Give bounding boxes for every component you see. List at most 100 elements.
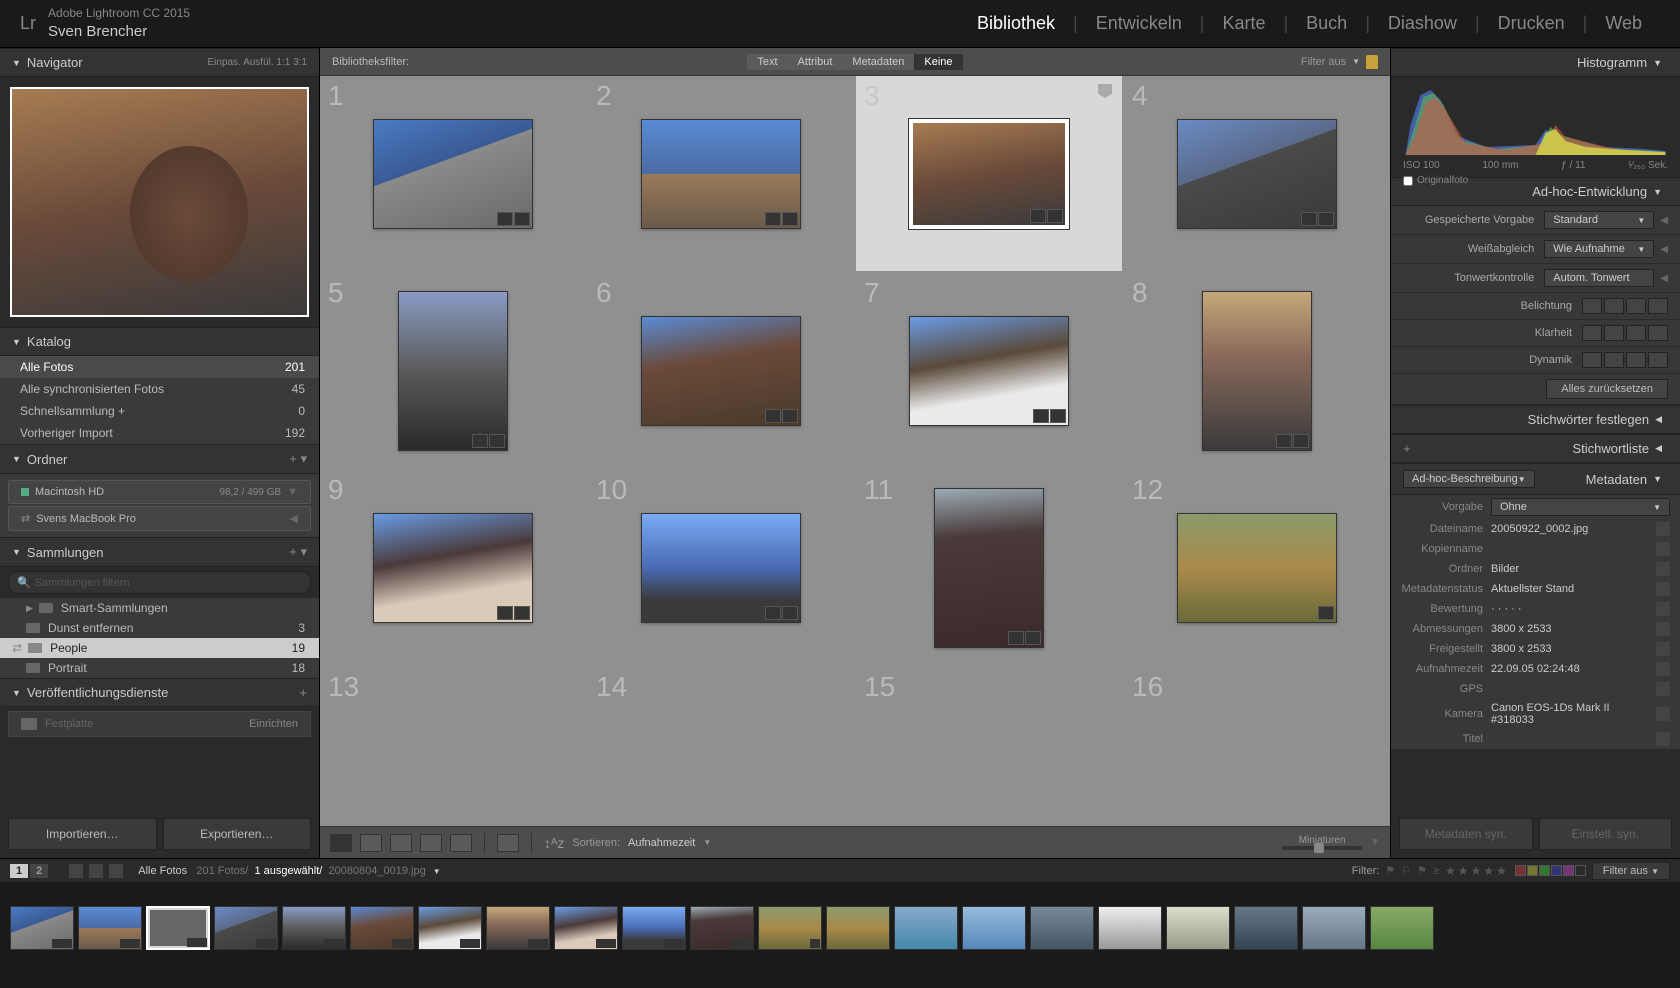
publish-header[interactable]: ▼ Veröffentlichungsdienste + <box>0 678 319 707</box>
folder-row-volume[interactable]: Macintosh HD98,2 / 499 GB▼ <box>8 480 311 504</box>
filter-none[interactable]: Keine <box>914 54 962 70</box>
star-filter[interactable]: ★★★★★ <box>1445 864 1509 878</box>
grid-cell[interactable]: 4 <box>1124 76 1390 271</box>
thumbnail[interactable] <box>373 513 533 623</box>
collection-row-selected[interactable]: ⇄People19 <box>0 638 319 658</box>
metadata-action-icon[interactable] <box>1656 707 1670 721</box>
grid-cell[interactable]: 8 <box>1124 273 1390 468</box>
vibrance-steppers[interactable] <box>1582 352 1668 368</box>
tone-button[interactable]: Autom. Tonwert <box>1544 269 1654 287</box>
grid-cell[interactable]: 11 <box>856 470 1122 665</box>
grid-cell[interactable]: 7 <box>856 273 1122 468</box>
grid-cell[interactable]: 15 <box>856 667 1122 826</box>
navigator-zoom-options[interactable]: Einpas. Ausfül. 1:1 3:1 <box>207 57 307 68</box>
thumbnail[interactable] <box>398 291 508 451</box>
sync-settings-button[interactable]: Einstell. syn. <box>1539 818 1673 850</box>
filmstrip-thumb[interactable] <box>214 906 278 950</box>
filmstrip-thumb[interactable] <box>826 906 890 950</box>
filmstrip-thumb[interactable] <box>1166 906 1230 950</box>
module-slideshow[interactable]: Diashow <box>1370 13 1475 34</box>
filmstrip-thumb[interactable] <box>1098 906 1162 950</box>
filmstrip-thumb[interactable] <box>10 906 74 950</box>
thumbnail[interactable] <box>1202 291 1312 451</box>
thumbnail[interactable] <box>373 119 533 229</box>
filter-text[interactable]: Text <box>747 54 787 70</box>
thumbnail[interactable] <box>1177 513 1337 623</box>
filmstrip-thumb[interactable] <box>690 906 754 950</box>
flag-filter-icon[interactable]: ⚐ <box>1401 864 1411 877</box>
histogram-chart[interactable] <box>1403 85 1668 155</box>
filmstrip-thumb[interactable] <box>1234 906 1298 950</box>
painter-icon[interactable] <box>497 834 519 852</box>
clarity-steppers[interactable] <box>1582 325 1668 341</box>
module-map[interactable]: Karte <box>1204 13 1283 34</box>
thumbnail[interactable] <box>641 119 801 229</box>
filter-off-dropdown[interactable]: Filter aus <box>1301 56 1346 68</box>
module-web[interactable]: Web <box>1587 13 1660 34</box>
grid-cell[interactable]: 5 <box>320 273 586 468</box>
expand-icon[interactable]: ◀ <box>1660 215 1668 226</box>
metadata-action-icon[interactable] <box>1656 582 1670 596</box>
survey-view-icon[interactable] <box>420 834 442 852</box>
metadata-action-icon[interactable] <box>1656 542 1670 556</box>
original-photo-checkbox[interactable]: Originalfoto <box>1403 175 1668 186</box>
lock-icon[interactable] <box>1366 55 1378 69</box>
metadata-action-icon[interactable] <box>1656 732 1670 746</box>
people-view-icon[interactable] <box>450 834 472 852</box>
metadata-action-icon[interactable] <box>1656 642 1670 656</box>
grid-cell[interactable]: 10 <box>588 470 854 665</box>
grid-cell[interactable]: 2 <box>588 76 854 271</box>
filmstrip[interactable] <box>0 882 1680 974</box>
metadata-preset-dropdown[interactable]: Ohne▼ <box>1491 498 1670 516</box>
filter-metadata[interactable]: Metadaten <box>842 54 914 70</box>
folders-header[interactable]: ▼ Ordner + ▾ <box>0 444 319 474</box>
forward-icon[interactable] <box>109 864 123 878</box>
filmstrip-thumb[interactable] <box>622 906 686 950</box>
metadata-action-icon[interactable] <box>1656 682 1670 696</box>
add-collection-icon[interactable]: + ▾ <box>289 544 307 560</box>
monitor-1-button[interactable]: 1 <box>10 864 28 878</box>
collections-header[interactable]: ▼ Sammlungen + ▾ <box>0 537 319 567</box>
toolbar-chevron-icon[interactable]: ▼ <box>1370 837 1380 848</box>
thumbnail[interactable] <box>641 513 801 623</box>
publish-service-row[interactable]: Festplatte Einrichten <box>8 711 311 737</box>
add-folder-icon[interactable]: + ▾ <box>289 451 307 467</box>
flag-filter-icon[interactable]: ⚑ <box>1417 864 1427 877</box>
grid-cell[interactable]: 12 <box>1124 470 1390 665</box>
loupe-view-icon[interactable] <box>360 834 382 852</box>
monitor-2-button[interactable]: 2 <box>30 864 48 878</box>
thumbnail[interactable] <box>909 316 1069 426</box>
collection-row[interactable]: ▶Smart-Sammlungen <box>0 598 319 618</box>
catalog-row-quick[interactable]: Schnellsammlung +0 <box>0 400 319 422</box>
thumbnail[interactable] <box>641 316 801 426</box>
exposure-steppers[interactable] <box>1582 298 1668 314</box>
metadata-action-icon[interactable] <box>1656 562 1670 576</box>
preset-dropdown[interactable]: Standard▼ <box>1544 211 1654 229</box>
filmstrip-thumb[interactable] <box>1030 906 1094 950</box>
grid-cell[interactable]: 14 <box>588 667 854 826</box>
thumbnail[interactable] <box>934 488 1044 648</box>
collection-row[interactable]: Dunst entfernen3 <box>0 618 319 638</box>
grid-cell[interactable]: 13 <box>320 667 586 826</box>
filmstrip-thumb[interactable] <box>962 906 1026 950</box>
filmstrip-thumb[interactable] <box>350 906 414 950</box>
catalog-header[interactable]: ▼ Katalog <box>0 327 319 356</box>
metadata-action-icon[interactable] <box>1656 622 1670 636</box>
flag-icon[interactable] <box>1098 84 1112 98</box>
sort-dropdown[interactable]: Aufnahmezeit <box>628 837 695 849</box>
filter-preset-dropdown[interactable]: Filter aus ▼ <box>1592 862 1670 880</box>
back-icon[interactable] <box>89 864 103 878</box>
filmstrip-thumb[interactable] <box>1370 906 1434 950</box>
filmstrip-thumb[interactable] <box>1302 906 1366 950</box>
grid-cell[interactable]: 9 <box>320 470 586 665</box>
filmstrip-thumb[interactable] <box>486 906 550 950</box>
grid-cell[interactable]: 16 <box>1124 667 1390 826</box>
thumbnail[interactable] <box>909 119 1069 229</box>
collection-row[interactable]: Portrait18 <box>0 658 319 678</box>
navigator-header[interactable]: ▼ Navigator Einpas. Ausfül. 1:1 3:1 <box>0 48 319 77</box>
expand-icon[interactable]: ◀ <box>1660 273 1668 284</box>
keywords-header[interactable]: Stichwörter festlegen◀ <box>1391 405 1680 434</box>
reset-all-button[interactable]: Alles zurücksetzen <box>1546 379 1668 399</box>
grid-icon[interactable] <box>69 864 83 878</box>
metadata-action-icon[interactable] <box>1656 662 1670 676</box>
